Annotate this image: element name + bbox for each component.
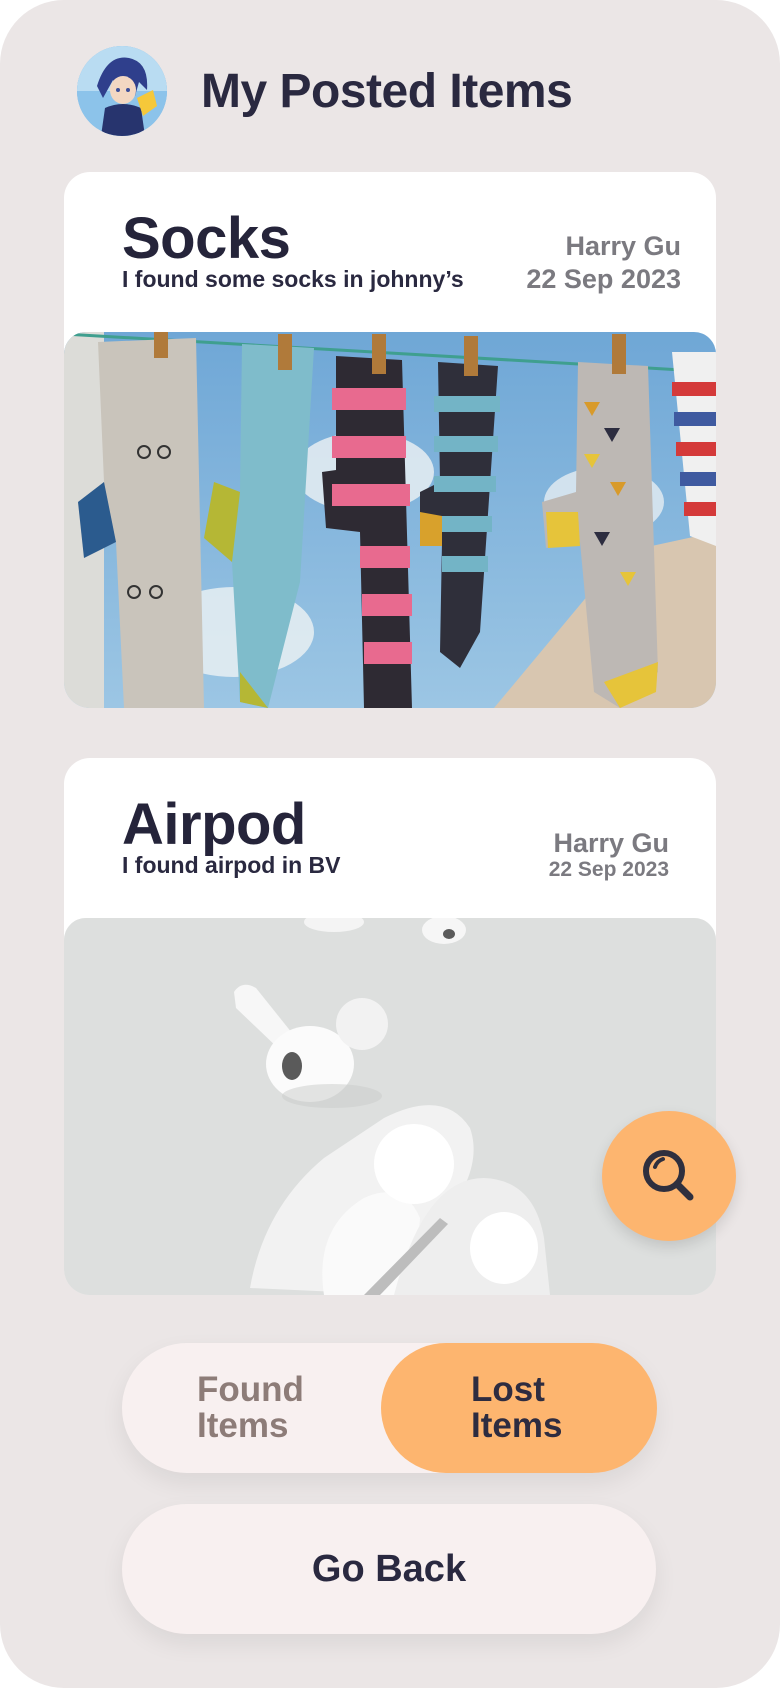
lost-items-label: Lost Items — [471, 1370, 563, 1445]
socks-on-clothesline-image — [64, 332, 716, 708]
found-items-toggle[interactable]: Found Items — [122, 1343, 382, 1473]
post-image-socks — [64, 332, 716, 708]
found-items-label: Found Items — [197, 1370, 304, 1445]
post-title: Socks — [122, 206, 291, 271]
page-header: My Posted Items — [77, 43, 573, 139]
post-date: 22 Sep 2023 — [548, 858, 669, 881]
page-title: My Posted Items — [201, 64, 573, 118]
post-image-airpod — [64, 918, 716, 1295]
found-lost-toggle: Found Items Lost Items — [122, 1343, 657, 1473]
search-button[interactable] — [602, 1111, 736, 1241]
post-description: I found some socks in johnny’s — [122, 266, 464, 292]
post-card-socks[interactable]: Socks I found some socks in johnny’s Har… — [64, 172, 716, 708]
post-date: 22 Sep 2023 — [526, 264, 681, 294]
airpods-and-case-image — [64, 918, 716, 1295]
go-back-button[interactable]: Go Back — [122, 1504, 656, 1634]
avatar-image — [77, 46, 167, 136]
avatar[interactable] — [77, 46, 167, 136]
post-author: Harry Gu — [553, 828, 669, 858]
post-description: I found airpod in BV — [122, 852, 341, 878]
search-icon — [643, 1150, 694, 1201]
lost-items-toggle[interactable]: Lost Items — [381, 1343, 657, 1473]
post-title: Airpod — [122, 792, 306, 857]
phone-screen: My Posted Items Socks I found some socks… — [0, 0, 780, 1688]
post-author: Harry Gu — [565, 231, 681, 261]
